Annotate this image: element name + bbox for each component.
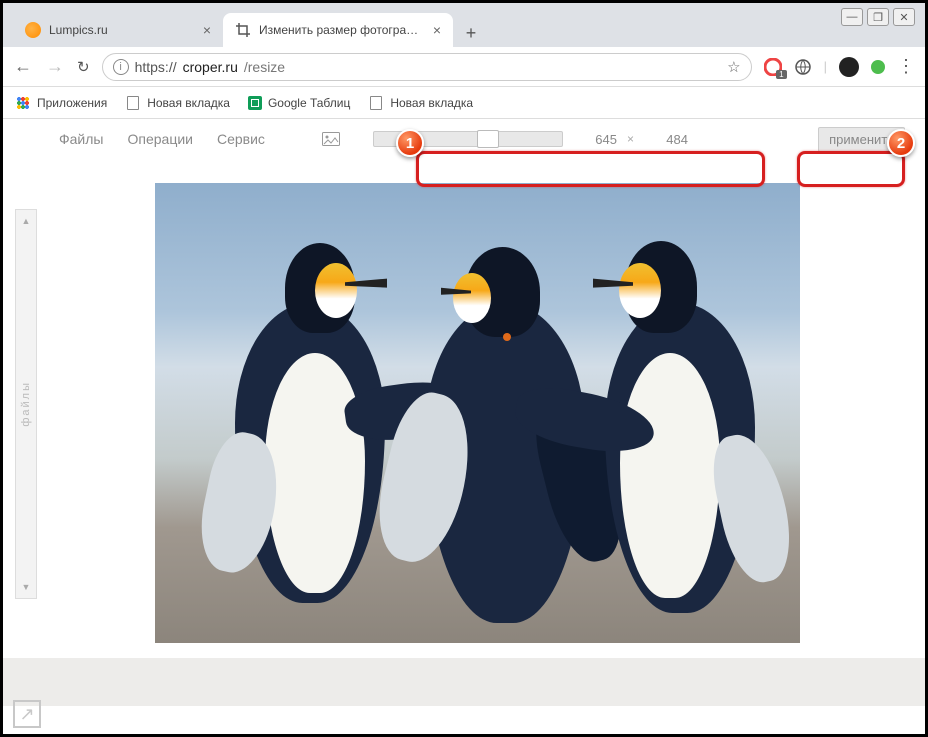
address-bar: ← → ↻ i https:// croper.ru/resize ☆ 1 | ⋮: [3, 47, 925, 87]
apps-icon: [15, 95, 31, 111]
url-domain: croper.ru: [183, 59, 238, 75]
tab-title: Lumpics.ru: [49, 23, 195, 37]
favicon-crop-icon: [235, 22, 251, 38]
tab-croper-resize[interactable]: Изменить размер фотографии ×: [223, 13, 453, 47]
window-close-button[interactable]: ✕: [893, 8, 915, 26]
document-icon: [368, 95, 384, 111]
extension-green-icon[interactable]: [871, 60, 885, 74]
bookmark-new-tab-1[interactable]: Новая вкладка: [125, 95, 230, 111]
new-tab-button[interactable]: +: [457, 19, 485, 47]
width-input[interactable]: [573, 128, 617, 150]
bookmark-apps[interactable]: Приложения: [15, 95, 107, 111]
extension-badge: 1: [776, 70, 786, 79]
resize-controls: ×: [373, 128, 688, 150]
reload-button[interactable]: ↻: [77, 58, 90, 76]
resize-slider[interactable]: [373, 131, 563, 147]
bookmark-label: Новая вкладка: [147, 96, 230, 110]
bookmark-new-tab-2[interactable]: Новая вкладка: [368, 95, 473, 111]
window-maximize-button[interactable]: ❐: [867, 8, 889, 26]
plus-icon: +: [466, 23, 477, 44]
chevron-down-icon: ▼: [22, 582, 31, 592]
app-toolbar: Файлы Операции Сервис × применить: [3, 119, 925, 159]
url-input[interactable]: i https:// croper.ru/resize ☆: [102, 53, 752, 81]
close-glyph: ✕: [899, 11, 908, 24]
bookmarks-bar: Приложения Новая вкладка Google Таблиц Н…: [3, 87, 925, 119]
extension-opera-icon[interactable]: 1: [764, 58, 782, 76]
chrome-menu-button[interactable]: ⋮: [897, 56, 915, 77]
side-panel-label: файлы: [20, 381, 32, 427]
dimension-separator: ×: [627, 132, 634, 146]
sheets-icon: [248, 96, 262, 110]
window-minimize-button[interactable]: —: [841, 8, 863, 26]
image-canvas[interactable]: [155, 183, 800, 643]
bookmark-star-icon[interactable]: ☆: [727, 58, 740, 76]
arrow-out-icon: ↗: [19, 704, 34, 725]
forward-button[interactable]: →: [45, 56, 65, 77]
document-icon: [125, 95, 141, 111]
maximize-glyph: ❐: [873, 11, 883, 24]
profile-avatar-icon[interactable]: [839, 57, 859, 77]
tab-lumpics[interactable]: Lumpics.ru ×: [13, 13, 223, 47]
chevron-up-icon: ▲: [22, 216, 31, 226]
bookmark-google-sheets[interactable]: Google Таблиц: [248, 96, 350, 110]
tab-strip: Lumpics.ru × Изменить размер фотографии …: [3, 3, 925, 47]
toolbar-image-icon[interactable]: [321, 131, 341, 147]
url-protocol: https://: [135, 59, 177, 75]
site-info-icon[interactable]: i: [113, 59, 129, 75]
bookmark-label: Google Таблиц: [268, 96, 350, 110]
tab-close-icon[interactable]: ×: [433, 22, 441, 38]
files-side-panel-handle[interactable]: ▲ файлы ▼: [15, 209, 37, 599]
content-area: ▲ файлы ▼: [3, 159, 925, 734]
back-button[interactable]: ←: [13, 56, 33, 77]
slider-thumb[interactable]: [477, 130, 499, 148]
extension-globe-icon[interactable]: [794, 58, 812, 76]
bookmark-label: Приложения: [37, 96, 107, 110]
menu-service[interactable]: Сервис: [217, 131, 265, 147]
minimize-glyph: —: [847, 11, 858, 23]
tab-close-icon[interactable]: ×: [203, 22, 211, 38]
tab-title: Изменить размер фотографии: [259, 23, 425, 37]
height-input[interactable]: [644, 128, 688, 150]
favicon-lumpics-icon: [25, 22, 41, 38]
bookmark-label: Новая вкладка: [390, 96, 473, 110]
url-path: /resize: [244, 59, 285, 75]
menu-operations[interactable]: Операции: [127, 131, 193, 147]
apply-button[interactable]: применить: [818, 127, 905, 152]
extension-icons: 1 | ⋮: [764, 56, 915, 77]
menu-files[interactable]: Файлы: [59, 131, 103, 147]
bottom-strip: [3, 658, 925, 706]
external-link-icon[interactable]: ↗: [13, 700, 41, 728]
